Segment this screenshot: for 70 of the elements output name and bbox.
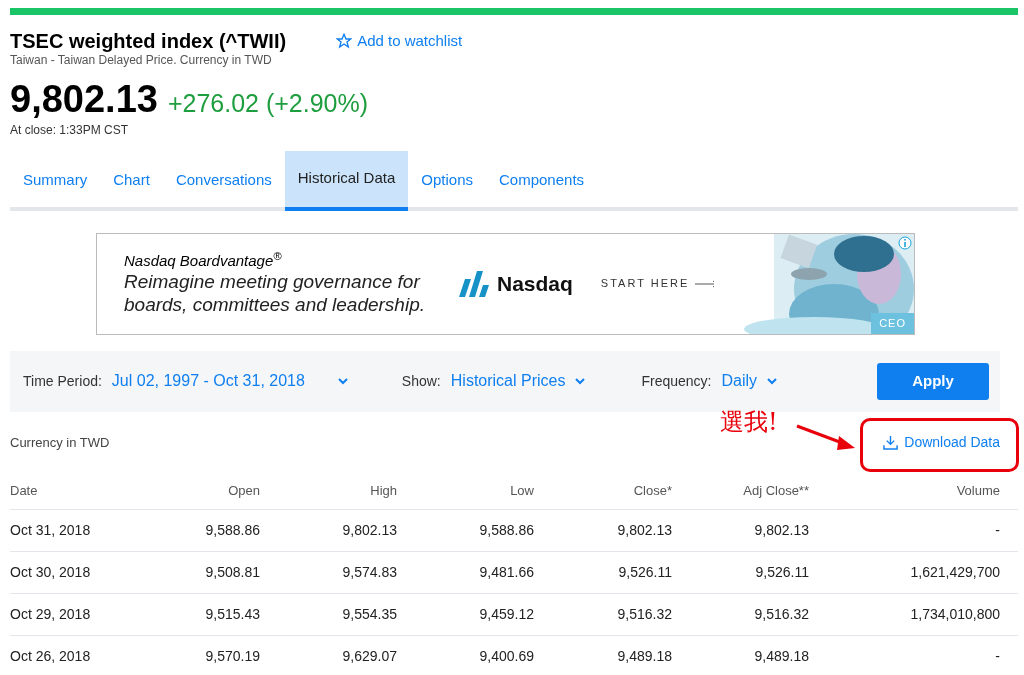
filter-label: Frequency: <box>641 371 712 391</box>
column-header: High <box>370 482 397 501</box>
quote-title: TSEC weighted index (^TWII) <box>10 29 287 53</box>
table-cell-text: 9,508.81 <box>205 562 260 582</box>
tab[interactable]: Conversations <box>162 150 285 211</box>
table-cell-text: 9,554.35 <box>342 604 397 624</box>
apply-button[interactable]: Apply <box>877 362 989 400</box>
column-header: Volume <box>956 482 1000 501</box>
table-cell-text: - <box>995 520 1000 540</box>
table-cell-text: 9,516.32 <box>754 604 809 624</box>
tab[interactable]: Summary <box>10 150 101 211</box>
table-cell-text: 1,621,429,700 <box>910 562 1000 582</box>
annotation-text: 選我! <box>720 407 778 438</box>
table-cell-text: 1,734,010,800 <box>910 604 1000 624</box>
filter-label: Time Period: <box>23 371 102 391</box>
table-cell-text: 9,802.13 <box>754 520 809 540</box>
table-cell-text: 9,459.12 <box>479 604 534 624</box>
table-cell-text: 9,588.86 <box>479 520 534 540</box>
info-icon[interactable] <box>898 235 912 250</box>
ad-brand: Nasdaq Boardvantage$^{®}$ <box>124 251 283 270</box>
price-change: +276.02 (+2.90%) <box>167 88 369 119</box>
table-cell-text: 9,629.07 <box>342 646 397 666</box>
price: 9,802.13 <box>10 79 158 119</box>
tab[interactable]: Options <box>408 150 486 211</box>
column-header: Adj Close** <box>743 482 809 501</box>
table-cell-text: 9,489.18 <box>617 646 672 666</box>
ad-headline: Reimagine meeting governance for boards, committees and leadership. <box>124 269 426 316</box>
watchlist-link[interactable]: Add to watchlist <box>336 29 463 53</box>
table-cell-text: 9,481.66 <box>479 562 534 582</box>
time-period-dropdown[interactable]: Jul 02, 1997 - Oct 31, 2018 <box>111 369 348 393</box>
table-cell-text: 9,515.43 <box>205 604 260 624</box>
table-cell-text: 9,802.13 <box>342 520 397 540</box>
ad-logo-text: Nasdaq <box>497 270 573 297</box>
column-header: Low <box>510 482 534 501</box>
table-cell-text: 9,574.83 <box>342 562 397 582</box>
download-link[interactable]: Download Data <box>883 432 1000 453</box>
close-time: At close: 1:33PM CST <box>10 122 130 137</box>
tab[interactable]: Historical Data <box>284 150 409 211</box>
ad-cta[interactable]: START HERE <box>600 275 720 292</box>
column-header: Close* <box>633 482 672 501</box>
column-header: Date <box>10 482 39 501</box>
chevron-down-icon <box>575 377 586 385</box>
download-icon <box>883 435 899 450</box>
column-header: Open <box>228 482 260 501</box>
table-cell-text: 9,526.11 <box>618 562 672 582</box>
table-cell-text: Oct 31, 2018 <box>10 520 92 540</box>
chevron-down-icon <box>767 377 778 385</box>
table-cell-text: Oct 26, 2018 <box>10 646 92 666</box>
currency-note: Currency in TWD <box>10 433 110 452</box>
table-cell-text: Oct 29, 2018 <box>10 604 92 624</box>
quote-subtitle: Taiwan - Taiwan Delayed Price. Currency in TWD <box>10 53 273 67</box>
annotation-arrow <box>795 422 857 452</box>
tab[interactable]: Chart <box>100 150 163 211</box>
table-cell-text: 9,526.11 <box>755 562 809 582</box>
frequency-dropdown[interactable]: Daily <box>721 369 778 393</box>
table-cell-text: 9,489.18 <box>754 646 809 666</box>
table-cell-text: 9,570.19 <box>205 646 260 666</box>
table-cell-text: 9,588.86 <box>205 520 260 540</box>
star-icon <box>336 33 353 49</box>
filter-label: Show: <box>401 371 441 391</box>
table-cell-text: 9,802.13 <box>617 520 672 540</box>
show-dropdown[interactable]: Historical Prices <box>450 369 586 393</box>
nasdaq-logo-icon <box>457 268 491 299</box>
table-cell-text: Oct 30, 2018 <box>10 562 92 582</box>
chevron-down-icon <box>337 377 348 385</box>
table-cell-text: - <box>995 646 1000 666</box>
table-cell-text: 9,516.32 <box>617 604 672 624</box>
table-cell-text: 9,400.69 <box>479 646 534 666</box>
ad-tag: CEO <box>871 313 914 334</box>
tab[interactable]: Components <box>486 150 598 211</box>
